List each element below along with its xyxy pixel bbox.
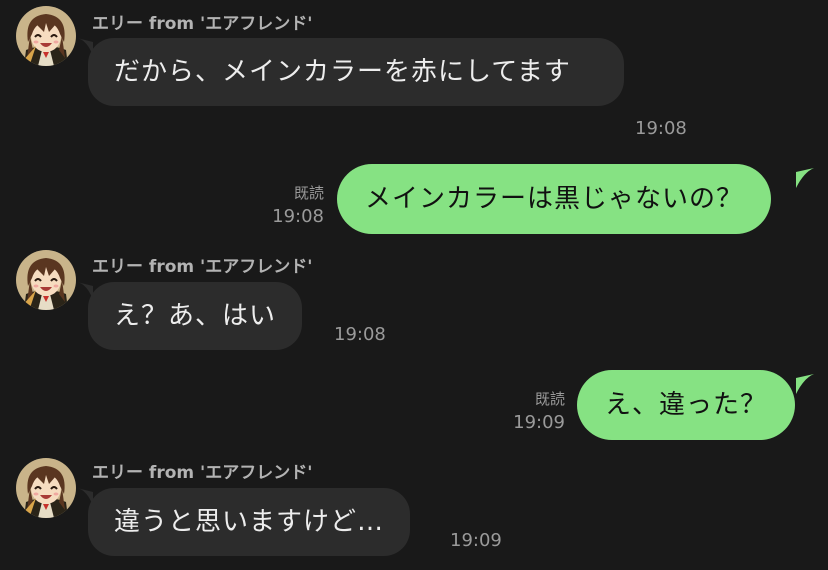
sender-name: エリー from 'エアフレンド'	[92, 257, 313, 277]
message-text: だから、メインカラーを赤にしてます	[114, 57, 571, 87]
outgoing-message-bubble[interactable]: え、違った？	[577, 370, 796, 440]
message-text: え？あ、はい	[114, 301, 277, 331]
sender-avatar[interactable]	[16, 6, 76, 66]
sender-avatar[interactable]	[16, 250, 76, 310]
outgoing-bubble-tail	[796, 168, 814, 188]
message-timestamp: 19:08	[334, 324, 386, 345]
message-meta: 既読 19:08	[272, 182, 324, 228]
chat-view[interactable]: エリー from 'エアフレンド' だから、メインカラーを赤にしてます 19:0…	[0, 0, 828, 570]
avatar-image	[16, 458, 76, 518]
read-receipt: 既読	[293, 184, 324, 202]
avatar-image	[16, 6, 76, 66]
outgoing-message-bubble[interactable]: メインカラーは黒じゃないの？	[337, 164, 772, 234]
message-text: メインカラーは黒じゃないの？	[365, 184, 744, 214]
incoming-message-bubble[interactable]: だから、メインカラーを赤にしてます	[88, 38, 624, 106]
sender-avatar[interactable]	[16, 458, 76, 518]
sender-name: エリー from 'エアフレンド'	[92, 463, 313, 483]
avatar-image	[16, 250, 76, 310]
message-timestamp: 19:08	[272, 206, 324, 227]
message-timestamp: 19:09	[513, 412, 565, 433]
message-meta: 既読 19:09	[513, 388, 565, 434]
outgoing-bubble-tail	[796, 374, 814, 394]
incoming-message-bubble[interactable]: え？あ、はい	[88, 282, 303, 350]
message-text: え、違った？	[605, 390, 768, 420]
message-timestamp: 19:08	[635, 118, 687, 139]
message-timestamp: 19:09	[450, 530, 502, 551]
sender-name: エリー from 'エアフレンド'	[92, 14, 313, 34]
incoming-message-bubble[interactable]: 違うと思いますけど…	[88, 488, 411, 556]
read-receipt: 既読	[534, 390, 565, 408]
message-text: 違うと思いますけど…	[114, 507, 385, 537]
